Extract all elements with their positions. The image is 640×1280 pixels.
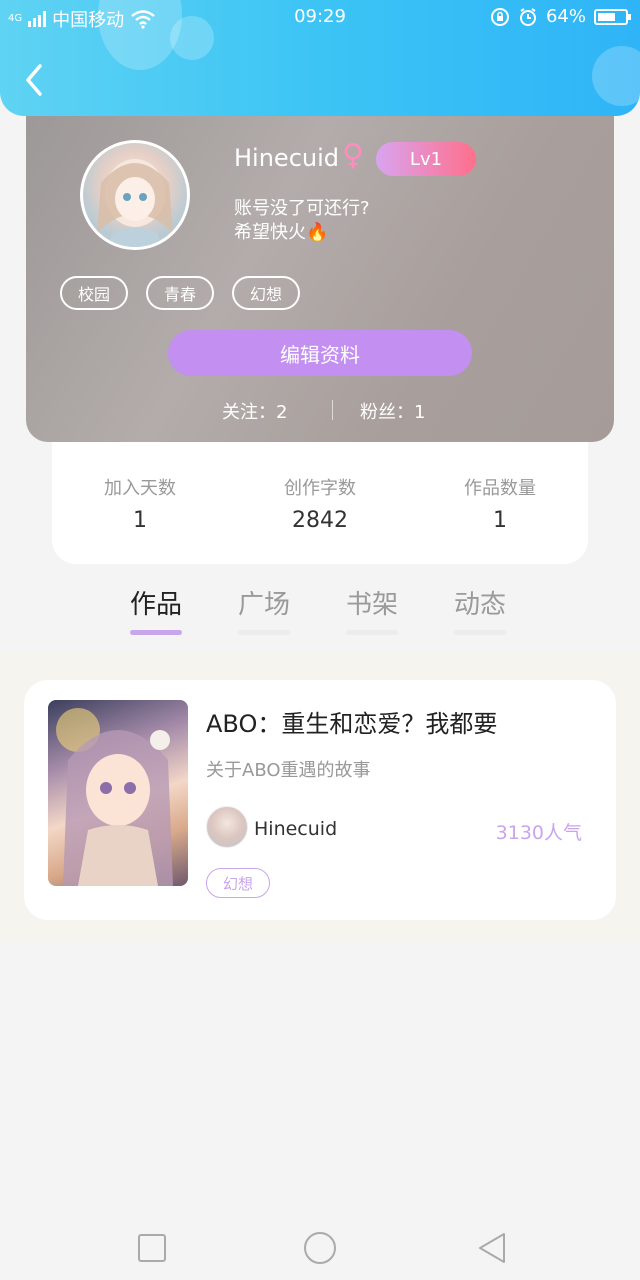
alarm-icon xyxy=(519,7,536,26)
avatar[interactable] xyxy=(80,140,190,250)
interest-tags: 校园 青春 幻想 xyxy=(60,276,301,310)
stat-label: 加入天数 xyxy=(104,478,176,499)
decorative-bubble xyxy=(592,46,640,106)
stat-value: 2842 xyxy=(292,508,348,533)
stat-value: 1 xyxy=(493,508,507,533)
author-avatar xyxy=(206,806,248,848)
stat-join-days: 加入天数 1 xyxy=(52,474,228,533)
tab-label: 作品 xyxy=(129,590,182,620)
tab-indicator xyxy=(130,630,182,635)
tab-feed[interactable]: 动态 xyxy=(426,584,534,635)
popularity-count: 3130人气 xyxy=(495,822,582,844)
profile-card: Hinecuid ♀ Lv1 账号没了可还行? 希望快火🔥 校园 青春 幻想 编… xyxy=(26,100,614,442)
following-count[interactable]: 关注：2 xyxy=(222,398,287,424)
tab-indicator xyxy=(238,630,290,635)
tab-indicator xyxy=(454,630,506,635)
tag-fantasy[interactable]: 幻想 xyxy=(232,276,301,310)
edit-profile-button[interactable]: 编辑资料 xyxy=(168,330,472,376)
rotation-lock-icon xyxy=(490,7,509,26)
stat-label: 创作字数 xyxy=(284,478,356,499)
tab-bookshelf[interactable]: 书架 xyxy=(318,584,426,635)
work-tag[interactable]: 幻想 xyxy=(206,868,271,898)
tab-label: 书架 xyxy=(345,590,398,620)
bio-line: 账号没了可还行? xyxy=(234,198,370,219)
stat-value: 1 xyxy=(133,508,147,533)
battery-percent: 64% xyxy=(545,6,586,27)
female-gender-icon: ♀ xyxy=(342,138,364,173)
username: Hinecuid xyxy=(234,144,339,172)
tag-youth[interactable]: 青春 xyxy=(146,276,215,310)
fans-count[interactable]: 粉丝：1 xyxy=(360,398,425,424)
work-title[interactable]: ABO：重生和恋爱？我都要 xyxy=(206,704,497,739)
author-name: Hinecuid xyxy=(254,818,338,840)
stat-word-count: 创作字数 2842 xyxy=(232,474,408,533)
bio-line: 希望快火🔥 xyxy=(234,222,329,243)
stat-works-count: 作品数量 1 xyxy=(412,474,588,533)
system-nav-bar xyxy=(0,1208,640,1280)
home-circle-icon[interactable] xyxy=(300,1228,340,1268)
tab-plaza[interactable]: 广场 xyxy=(210,584,318,635)
divider xyxy=(332,400,333,420)
work-description: 关于ABO重遇的故事 xyxy=(206,760,371,781)
battery-icon xyxy=(594,8,631,25)
tab-indicator xyxy=(346,630,398,635)
work-card[interactable]: ABO：重生和恋爱？我都要 关于ABO重遇的故事 Hinecuid 3130人气… xyxy=(24,680,616,920)
status-bar: 4G 中国移动 09:29 64% xyxy=(0,0,640,36)
tab-label: 动态 xyxy=(453,590,506,620)
tab-bar: 作品 广场 书架 动态 xyxy=(102,584,534,635)
recents-square-icon[interactable] xyxy=(132,1228,172,1268)
tab-label: 广场 xyxy=(237,590,290,620)
tab-works[interactable]: 作品 xyxy=(102,584,210,635)
book-cover[interactable] xyxy=(48,700,188,886)
stats-panel: 加入天数 1 创作字数 2842 作品数量 1 xyxy=(52,430,588,564)
tag-campus[interactable]: 校园 xyxy=(60,276,129,310)
level-badge: Lv1 xyxy=(376,142,476,176)
back-arrow-icon[interactable] xyxy=(20,62,50,98)
back-triangle-icon[interactable] xyxy=(472,1228,512,1268)
stat-label: 作品数量 xyxy=(464,478,536,499)
